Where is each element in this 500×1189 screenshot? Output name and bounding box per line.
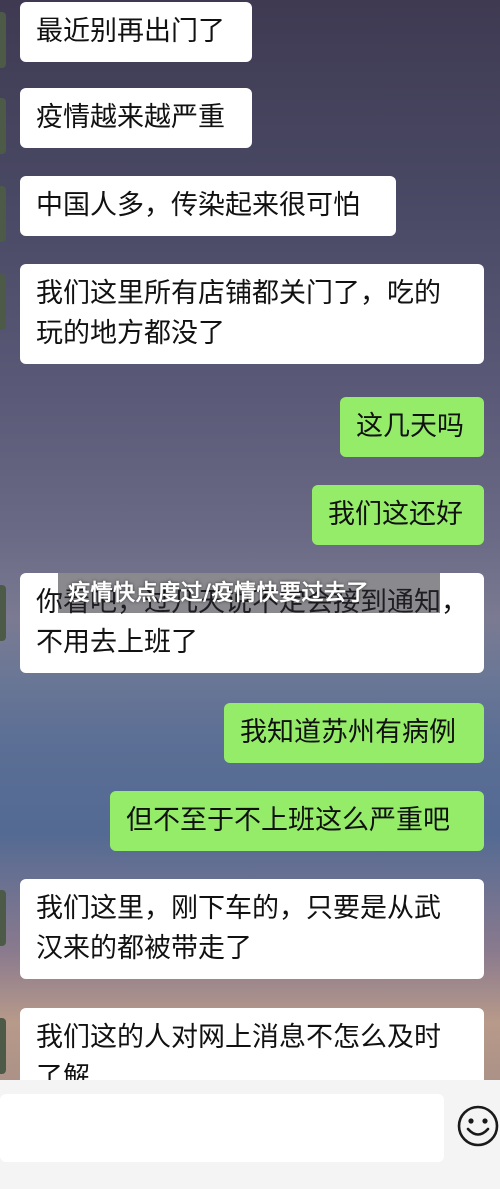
message-input[interactable] xyxy=(0,1094,444,1162)
chat-message-list[interactable]: 最近别再出门了 疫情越来越严重 中国人多，传染起来很可怕 我们这里所有店铺都关门… xyxy=(0,0,500,1080)
emoji-smile-icon[interactable] xyxy=(456,1104,500,1148)
sender-avatar[interactable] xyxy=(0,585,6,641)
article-title: 疫情快点度过/疫情快要过去了 xyxy=(68,581,370,606)
outgoing-message[interactable]: 这几天吗 xyxy=(340,397,484,457)
sender-avatar[interactable] xyxy=(0,890,6,946)
incoming-message[interactable]: 我们这里，刚下车的，只要是从武 汉来的都被带走了 xyxy=(20,879,484,979)
incoming-message[interactable]: 疫情越来越严重 xyxy=(20,88,252,148)
incoming-message[interactable]: 我们这里所有店铺都关门了，吃的 玩的地方都没了 xyxy=(20,264,484,364)
incoming-message[interactable]: 我们这的人对网上消息不怎么及时 了解 xyxy=(20,1008,484,1080)
incoming-message[interactable]: 最近别再出门了 xyxy=(20,2,252,62)
sender-avatar[interactable] xyxy=(0,1018,6,1074)
sender-avatar[interactable] xyxy=(0,98,6,154)
outgoing-message[interactable]: 但不至于不上班这么严重吧 xyxy=(110,791,484,851)
sender-avatar[interactable] xyxy=(0,274,6,330)
outgoing-message[interactable]: 我知道苏州有病例 xyxy=(224,703,484,763)
sender-avatar[interactable] xyxy=(0,186,6,242)
incoming-message[interactable]: 中国人多，传染起来很可怕 xyxy=(20,176,396,236)
sender-avatar[interactable] xyxy=(0,12,6,68)
outgoing-message[interactable]: 我们这还好 xyxy=(312,485,484,545)
